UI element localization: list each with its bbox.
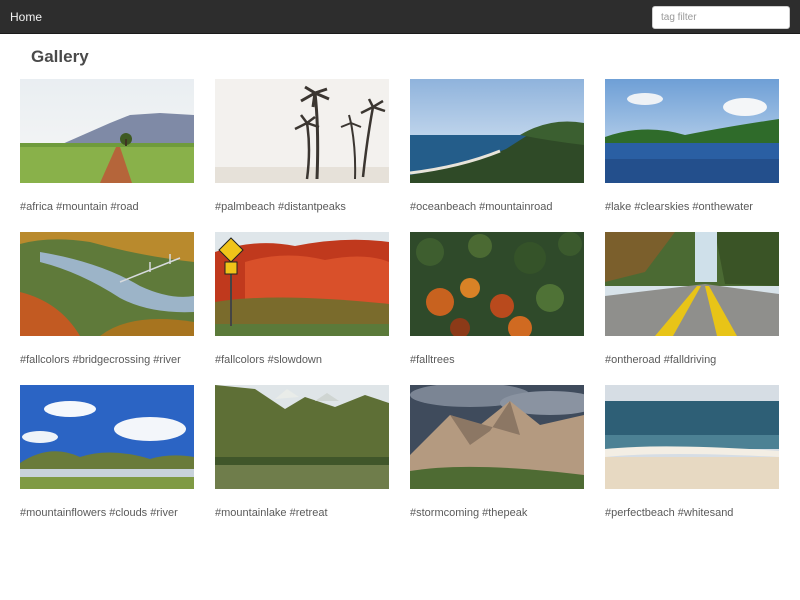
photo — [410, 385, 584, 489]
gallery-image-fall-slowdown[interactable] — [215, 232, 389, 336]
image-caption: #africa #mountain #road — [20, 201, 139, 213]
gallery-image-palm-beach[interactable] — [215, 79, 389, 183]
image-caption: #oceanbeach #mountainroad — [410, 201, 553, 213]
image-caption: #perfectbeach #whitesand — [605, 507, 734, 519]
home-link[interactable]: Home — [10, 10, 42, 24]
gallery-image-africa-road[interactable] — [20, 79, 194, 183]
photo — [605, 232, 779, 336]
photo — [410, 232, 584, 336]
image-caption: #mountainflowers #clouds #river — [20, 507, 178, 519]
gallery-image-mountain-flowers[interactable] — [20, 385, 194, 489]
photo — [215, 79, 389, 183]
gallery-image-storm-peak[interactable] — [410, 385, 584, 489]
tag-filter-input[interactable] — [652, 6, 790, 29]
image-caption: #stormcoming #thepeak — [410, 507, 528, 519]
photo — [20, 79, 194, 183]
photo — [410, 79, 584, 183]
photo — [605, 385, 779, 489]
image-caption: #fallcolors #bridgecrossing #river — [20, 354, 181, 366]
photo — [20, 232, 194, 336]
gallery-image-fall-bridge[interactable] — [20, 232, 194, 336]
photo — [215, 232, 389, 336]
photo — [215, 385, 389, 489]
gallery-image-mountain-lake[interactable] — [215, 385, 389, 489]
image-caption: #lake #clearskies #onthewater — [605, 201, 753, 213]
gallery-image-beach[interactable] — [605, 385, 779, 489]
image-caption: #mountainlake #retreat — [215, 507, 328, 519]
photo — [605, 79, 779, 183]
gallery-image-fall-trees[interactable] — [410, 232, 584, 336]
photo — [20, 385, 194, 489]
gallery-image-lake[interactable] — [605, 79, 779, 183]
gallery-image-road[interactable] — [605, 232, 779, 336]
image-caption: #palmbeach #distantpeaks — [215, 201, 346, 213]
image-caption: #ontheroad #falldriving — [605, 354, 717, 366]
gallery-image-ocean-beach[interactable] — [410, 79, 584, 183]
page-title: Gallery — [31, 47, 89, 66]
image-caption: #fallcolors #slowdown — [215, 354, 322, 366]
navbar: Home — [0, 0, 800, 34]
image-caption: #falltrees — [410, 354, 455, 366]
